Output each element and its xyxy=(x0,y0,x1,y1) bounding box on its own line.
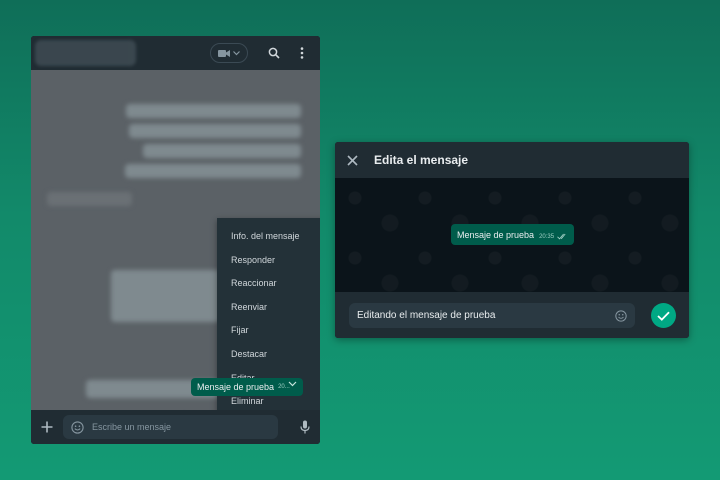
search-icon xyxy=(268,47,280,59)
checkmark-icon xyxy=(657,311,670,321)
menu-item-star[interactable]: Destacar xyxy=(231,349,267,359)
chevron-down-icon[interactable] xyxy=(288,381,297,387)
chevron-down-icon xyxy=(233,50,240,55)
message-text: Mensaje de prueba xyxy=(197,382,275,392)
blurred-message xyxy=(129,124,301,138)
edit-message-dialog: Edita el mensaje Mensaje de prueba 20:35 xyxy=(335,142,689,338)
microphone-icon[interactable] xyxy=(300,420,310,434)
dialog-header: Edita el mensaje xyxy=(335,142,689,178)
message-compose-box xyxy=(63,415,278,439)
dialog-title: Edita el mensaje xyxy=(374,153,469,167)
contact-name-blurred[interactable] xyxy=(35,40,136,66)
menu-item-forward[interactable]: Reenviar xyxy=(231,302,267,312)
menu-item-reply[interactable]: Responder xyxy=(231,255,275,265)
menu-item-pin[interactable]: Fijar xyxy=(231,325,249,335)
blurred-message xyxy=(143,144,301,158)
preview-message-bubble: Mensaje de prueba 20:35 xyxy=(451,224,575,245)
preview-message-time: 20:35 xyxy=(539,233,555,240)
selected-message-bubble[interactable]: Mensaje de prueba 20... xyxy=(191,378,303,396)
chat-header xyxy=(31,36,320,70)
message-preview-area: Mensaje de prueba 20:35 xyxy=(335,178,689,292)
edit-message-input[interactable] xyxy=(357,310,607,321)
video-call-icon xyxy=(218,49,230,57)
blurred-message xyxy=(126,104,301,118)
emoji-icon[interactable] xyxy=(71,420,84,434)
search-button[interactable] xyxy=(264,43,284,63)
confirm-edit-button[interactable] xyxy=(651,303,676,328)
double-check-icon xyxy=(557,233,566,240)
message-input[interactable] xyxy=(92,422,262,432)
menu-button[interactable] xyxy=(292,43,312,63)
dialog-footer xyxy=(335,292,689,338)
menu-item-message-info[interactable]: Info. del mensaje xyxy=(231,231,300,241)
plus-icon[interactable] xyxy=(41,421,53,433)
menu-item-react[interactable]: Reaccionar xyxy=(231,278,277,288)
chat-footer xyxy=(31,410,320,444)
blurred-message xyxy=(47,192,132,206)
video-call-button[interactable] xyxy=(210,43,248,63)
chat-window: Info. del mensaje Responder Reaccionar R… xyxy=(31,36,320,444)
edit-message-field xyxy=(349,303,635,328)
emoji-icon[interactable] xyxy=(615,309,627,322)
menu-dots-icon xyxy=(300,47,304,59)
blurred-message xyxy=(125,164,301,178)
menu-item-delete[interactable]: Eliminar xyxy=(231,396,264,406)
close-icon[interactable] xyxy=(347,154,358,166)
preview-message-text: Mensaje de prueba xyxy=(457,229,535,240)
blurred-message xyxy=(111,270,221,322)
